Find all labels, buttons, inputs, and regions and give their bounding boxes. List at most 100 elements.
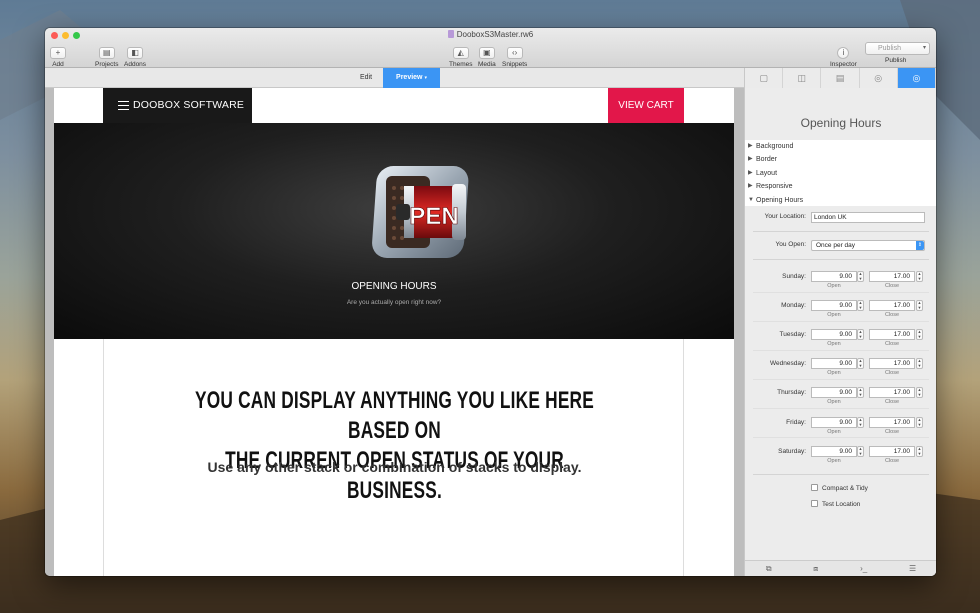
close-time-stepper[interactable]: ▲ ▼ xyxy=(916,329,923,340)
layers-icon[interactable]: ⧉ xyxy=(766,561,772,576)
disclosure-down-icon: ▼ xyxy=(748,196,754,203)
headline: YOU CAN DISPLAY ANYTHING YOU LIKE HERE B… xyxy=(185,386,603,506)
close-time-stepper[interactable]: ▲ ▼ xyxy=(916,417,923,428)
addons-icon: ◧ xyxy=(127,47,144,59)
site-navbar: DOOBOX SOFTWARE VIEW CART xyxy=(103,88,684,123)
publish-label: Publish xyxy=(885,57,907,64)
open-time-stepper[interactable]: ▲ ▼ xyxy=(857,358,864,369)
test-location-checkbox[interactable]: Test Location xyxy=(811,500,911,510)
open-time-stepper[interactable]: ▲ ▼ xyxy=(857,300,864,311)
open-time-stepper[interactable]: ▲ ▼ xyxy=(857,417,864,428)
open-time-stepper[interactable]: ▲ ▼ xyxy=(857,387,864,398)
close-time-input[interactable]: 17.00 xyxy=(869,358,915,369)
view-cart-button[interactable]: VIEW CART xyxy=(608,88,684,123)
divider xyxy=(753,259,929,260)
edit-tab[interactable]: Edit xyxy=(349,69,383,87)
open-time-stepper[interactable]: ▲ ▼ xyxy=(857,271,864,282)
close-time-input[interactable]: 17.00 xyxy=(869,271,915,282)
open-caption: Open xyxy=(827,312,841,318)
location-row: Your Location: London UK xyxy=(745,212,936,226)
divider xyxy=(753,350,929,351)
headline-line-1: YOU CAN DISPLAY ANYTHING YOU LIKE HERE B… xyxy=(195,387,594,444)
section-responsive[interactable]: ▶ Responsive xyxy=(745,180,936,193)
close-time-input[interactable]: 17.00 xyxy=(869,446,915,457)
info-icon: i xyxy=(837,47,850,59)
add-button[interactable]: + Add xyxy=(50,42,66,68)
hamburger-icon[interactable] xyxy=(118,101,129,110)
snippets-label: Snippets xyxy=(502,61,528,68)
checkbox-box[interactable] xyxy=(811,484,818,491)
brand-button[interactable]: DOOBOX SOFTWARE xyxy=(103,88,252,123)
title-bar: DooboxS3Master.rw6 + Add ▤ Projects ◧ Addon… xyxy=(45,28,936,68)
page-inspector-tab[interactable]: ▢ xyxy=(745,68,784,88)
chevron-down-icon[interactable]: ▾ xyxy=(923,43,926,54)
stack-inspector-tab[interactable]: ◎ xyxy=(897,68,936,88)
open-mode-select[interactable]: Once per day ⇕ xyxy=(811,240,925,251)
media-icon: ▣ xyxy=(478,47,495,59)
preview-tab[interactable]: Preview ▾ xyxy=(383,68,440,88)
open-time-stepper[interactable]: ▲ ▼ xyxy=(857,329,864,340)
section-border[interactable]: ▶ Border xyxy=(745,153,936,166)
close-time-stepper[interactable]: ▲ ▼ xyxy=(916,446,923,457)
open-time-input[interactable]: 9.00 xyxy=(811,329,857,340)
day-row: Tuesday: 9.00 ▲ ▼ Open 17.00 ▲ ▼ Close xyxy=(745,329,936,351)
media-button[interactable]: ▣ Media xyxy=(478,42,496,68)
media-label: Media xyxy=(478,61,496,68)
close-time-input[interactable]: 17.00 xyxy=(869,417,915,428)
inspector-title: Opening Hours xyxy=(800,116,882,130)
day-row: Monday: 9.00 ▲ ▼ Open 17.00 ▲ ▼ Close xyxy=(745,300,936,322)
themes-icon: ◭ xyxy=(452,47,469,59)
inspector-tabs: ▢ ◫ ▤ ◎ ◎ xyxy=(744,68,936,88)
inspector-button[interactable]: i Inspector xyxy=(830,42,857,68)
close-time-stepper[interactable]: ▲ ▼ xyxy=(916,358,923,369)
snippets-button[interactable]: ‹› Snippets xyxy=(502,42,527,68)
close-time-stepper[interactable]: ▲ ▼ xyxy=(916,300,923,311)
section-background[interactable]: ▶ Background xyxy=(745,140,936,153)
divider xyxy=(753,437,929,438)
close-time-input[interactable]: 17.00 xyxy=(869,300,915,311)
open-time-input[interactable]: 9.00 xyxy=(811,446,857,457)
web-page: DOOBOX SOFTWARE VIEW CART PEN OPENING HO… xyxy=(54,88,734,576)
close-time-stepper[interactable]: ▲ ▼ xyxy=(916,387,923,398)
window-title: DooboxS3Master.rw6 xyxy=(45,30,936,39)
open-caption: Open xyxy=(827,283,841,289)
open-caption: Open xyxy=(827,341,841,347)
day-row: Friday: 9.00 ▲ ▼ Open 17.00 ▲ ▼ Close xyxy=(745,417,936,439)
divider xyxy=(753,231,929,232)
section-label: Border xyxy=(756,156,778,164)
disclosure-right-icon: ▶ xyxy=(748,143,753,149)
day-label: Sunday: xyxy=(782,273,806,280)
section-layout[interactable]: ▶ Layout xyxy=(745,167,936,180)
section-label: Opening Hours xyxy=(756,196,804,204)
checkbox-box[interactable] xyxy=(811,500,818,507)
day-row: Wednesday: 9.00 ▲ ▼ Open 17.00 ▲ ▼ Close xyxy=(745,358,936,380)
close-time-input[interactable]: 17.00 xyxy=(869,387,915,398)
duplicate-icon[interactable]: ⧈ xyxy=(813,561,818,576)
compact-tidy-checkbox[interactable]: Compact & Tidy xyxy=(811,484,911,494)
mode-bar: Edit Preview ▾ xyxy=(45,68,744,88)
open-time-input[interactable]: 9.00 xyxy=(811,417,857,428)
divider xyxy=(753,408,929,409)
settings-sliders-icon[interactable]: ☰ xyxy=(909,561,916,576)
theme-inspector-tab[interactable]: ◎ xyxy=(859,68,898,88)
location-input[interactable]: London UK xyxy=(811,212,925,223)
projects-button[interactable]: ▤ Projects xyxy=(95,42,118,68)
themes-button[interactable]: ◭ Themes xyxy=(449,42,472,68)
style-inspector-tab[interactable]: ▤ xyxy=(821,68,860,88)
window-title-text: DooboxS3Master.rw6 xyxy=(456,30,534,39)
layout-inspector-tab[interactable]: ◫ xyxy=(783,68,822,88)
open-time-stepper[interactable]: ▲ ▼ xyxy=(857,446,864,457)
publish-button[interactable]: Publish ▾ xyxy=(865,42,930,55)
open-time-input[interactable]: 9.00 xyxy=(811,300,857,311)
day-label: Thursday: xyxy=(777,389,806,396)
terminal-icon[interactable]: ›_ xyxy=(860,561,867,576)
section-opening-hours[interactable]: ▼ Opening Hours xyxy=(745,194,936,207)
divider xyxy=(753,474,929,475)
open-time-input[interactable]: 9.00 xyxy=(811,358,857,369)
addons-button[interactable]: ◧ Addons xyxy=(124,42,146,68)
open-time-input[interactable]: 9.00 xyxy=(811,271,857,282)
close-time-stepper[interactable]: ▲ ▼ xyxy=(916,271,923,282)
close-time-input[interactable]: 17.00 xyxy=(869,329,915,340)
open-time-input[interactable]: 9.00 xyxy=(811,387,857,398)
close-caption: Close xyxy=(884,312,900,318)
